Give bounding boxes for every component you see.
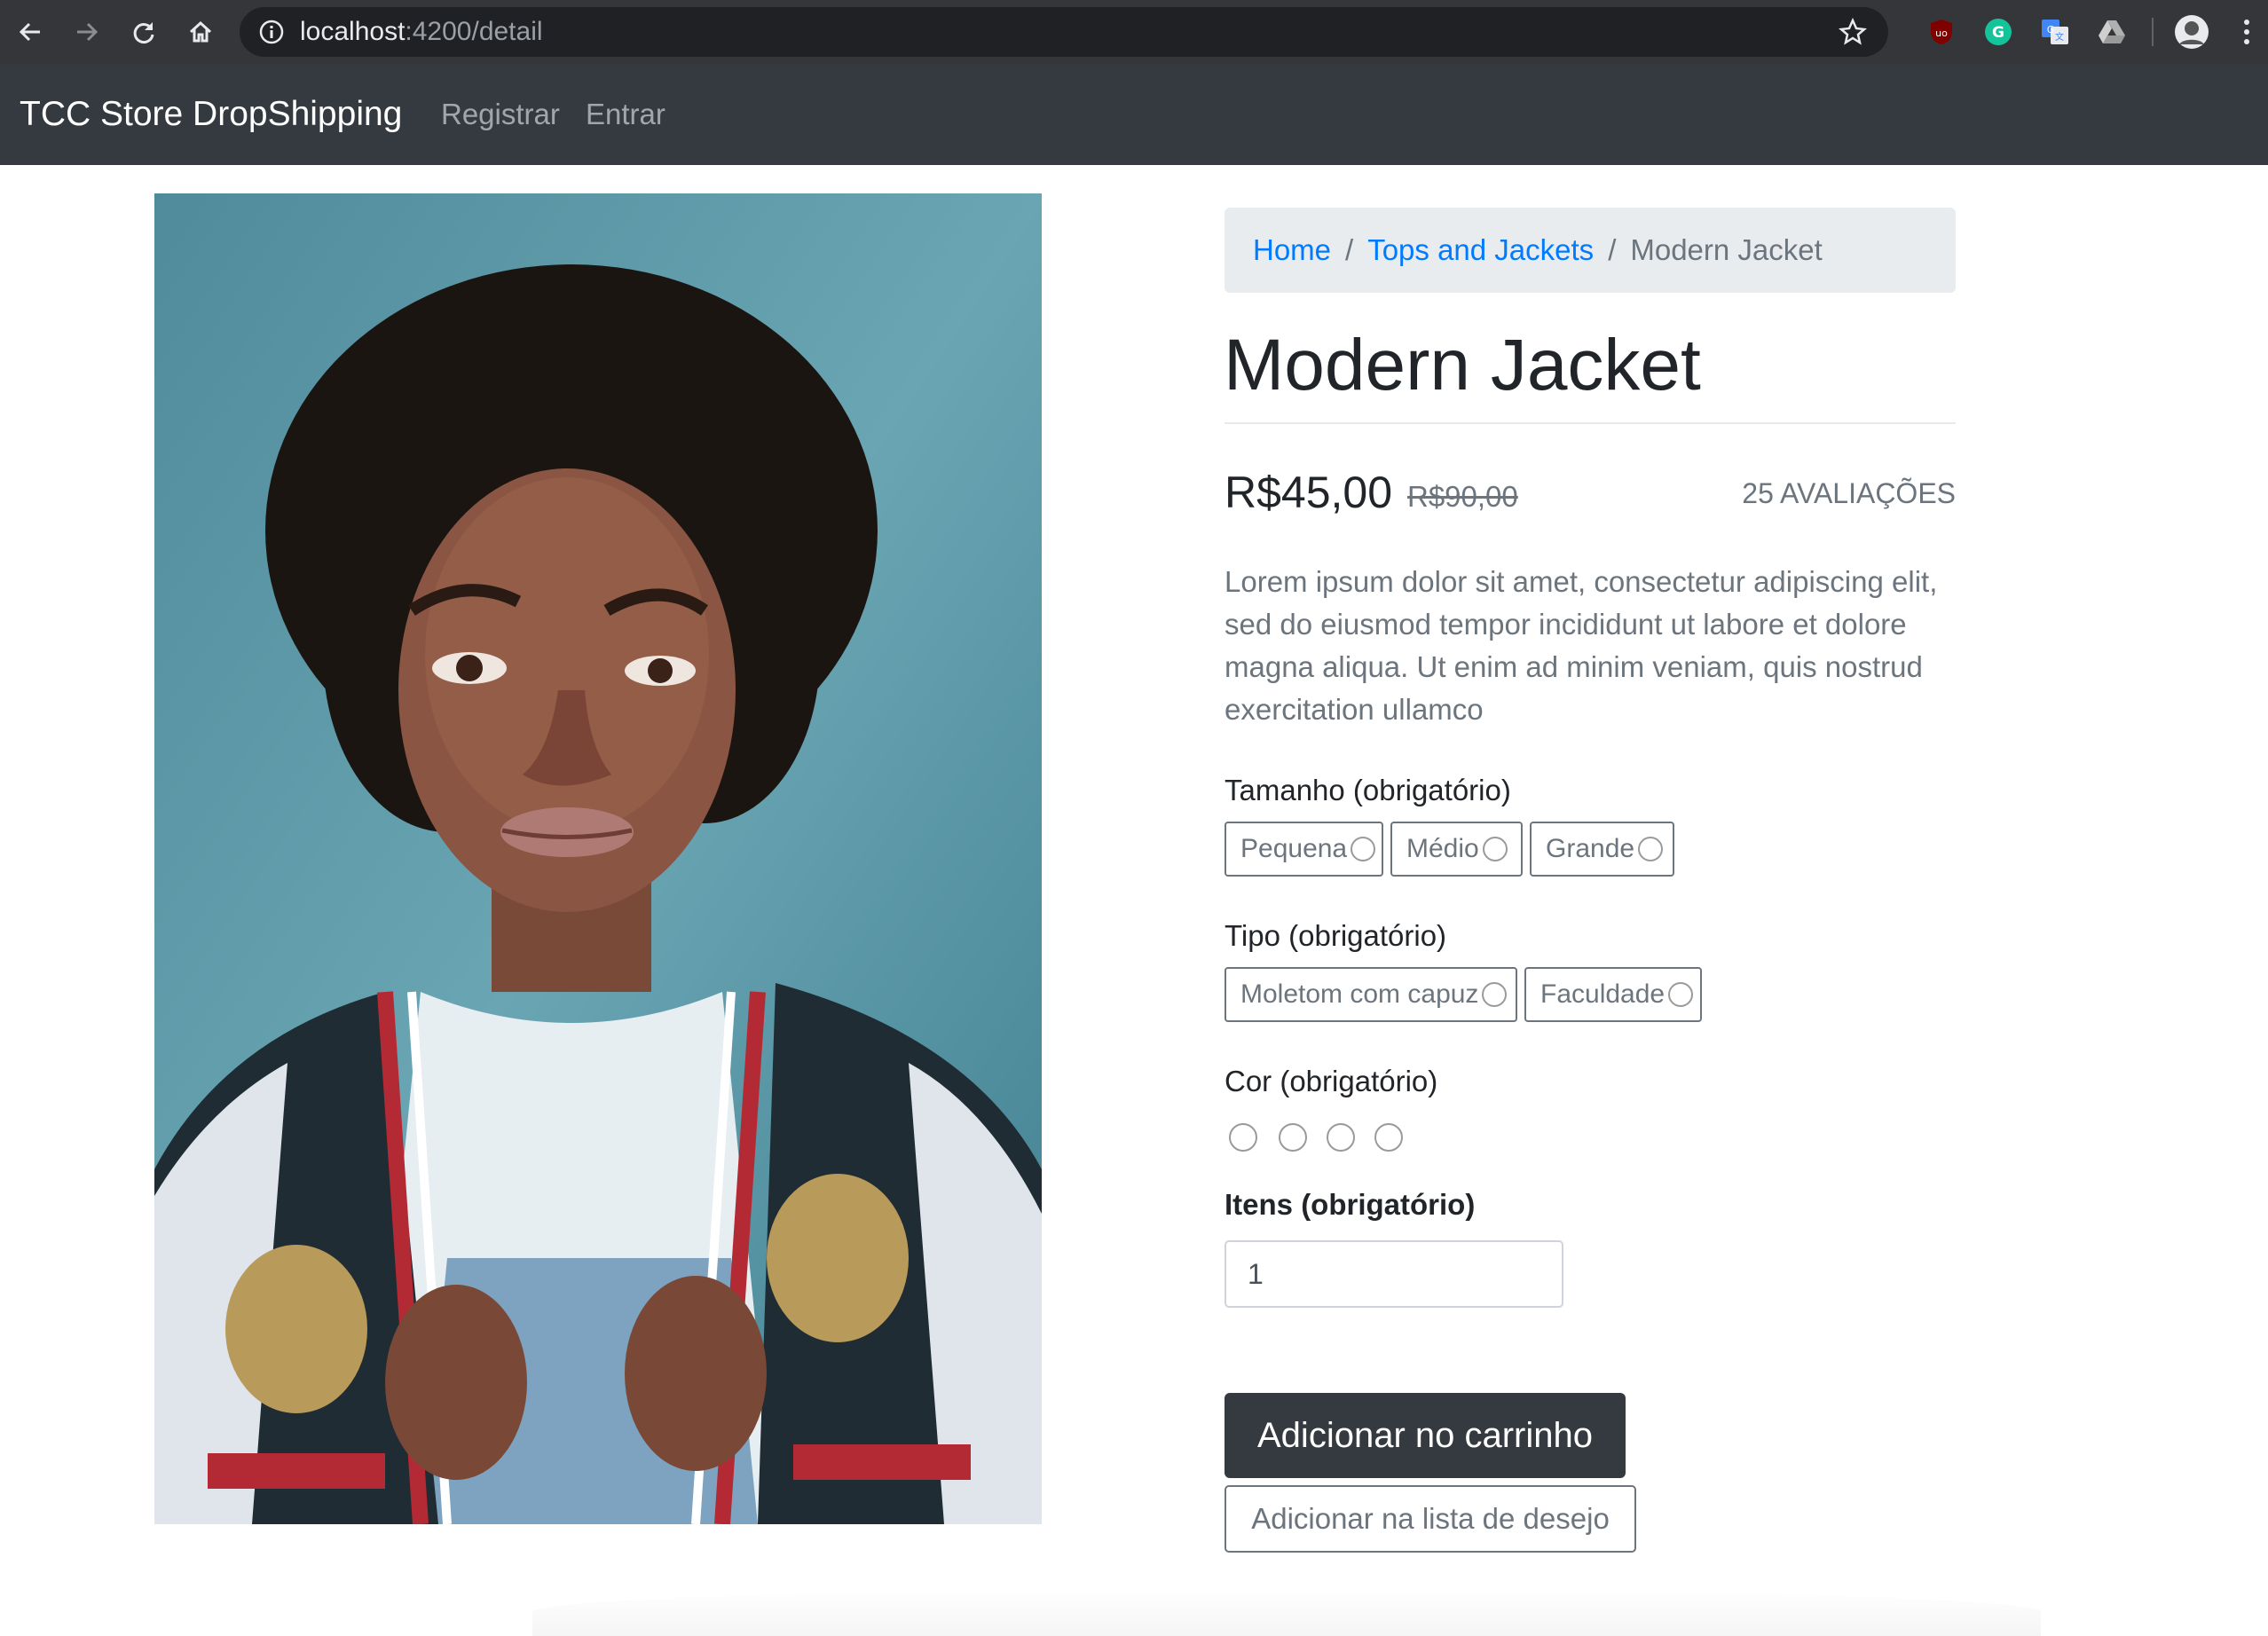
color-label: Cor (obrigatório) xyxy=(1225,1065,1438,1097)
home-icon[interactable] xyxy=(181,12,220,51)
svg-text:文: 文 xyxy=(2055,31,2064,43)
forward-icon[interactable] xyxy=(67,12,106,51)
radio-icon[interactable] xyxy=(1638,837,1664,861)
quantity-input[interactable] xyxy=(1225,1240,1563,1308)
grammarly-icon[interactable]: G xyxy=(1981,14,2016,50)
svg-text:uo: uo xyxy=(1935,28,1948,39)
nav-link-register[interactable]: Registrar xyxy=(441,64,560,165)
brand-logo-text[interactable]: TCC Store DropShipping xyxy=(20,64,402,165)
toolbar-divider xyxy=(2152,18,2154,46)
size-option-medio[interactable]: Médio xyxy=(1390,822,1523,877)
nav-link-login[interactable]: Entrar xyxy=(586,64,665,165)
type-option-moletom[interactable]: Moletom com capuz xyxy=(1225,967,1517,1022)
product-title: Modern Jacket xyxy=(1224,325,1701,405)
radio-icon[interactable] xyxy=(1668,982,1694,1007)
color-radio-2[interactable] xyxy=(1279,1123,1307,1152)
breadcrumb-separator: / xyxy=(1608,233,1617,266)
size-option-grande[interactable]: Grande xyxy=(1530,822,1674,877)
svg-text:G: G xyxy=(2047,24,2055,35)
type-option-label: Faculdade xyxy=(1540,979,1666,1009)
color-radio-1[interactable] xyxy=(1229,1123,1257,1152)
menu-kebab-icon[interactable] xyxy=(2229,14,2264,50)
breadcrumb: Home / Tops and Jackets / Modern Jacket xyxy=(1225,208,1956,293)
radio-icon[interactable] xyxy=(1482,982,1508,1007)
address-bar[interactable]: localhost:4200/detail xyxy=(240,7,1888,57)
product-description: Lorem ipsum dolor sit amet, consectetur … xyxy=(1225,565,1938,726)
size-option-label: Grande xyxy=(1546,834,1635,863)
product-price: R$45,00 xyxy=(1225,468,1393,517)
url-text: localhost:4200/detail xyxy=(300,17,543,46)
type-option-label: Moletom com capuz xyxy=(1240,979,1479,1009)
svg-text:G: G xyxy=(1992,24,2004,42)
info-icon[interactable] xyxy=(259,20,284,49)
profile-avatar-icon[interactable] xyxy=(2174,14,2209,50)
app-navbar: TCC Store DropShipping Registrar Entrar xyxy=(0,64,2268,165)
size-option-label: Médio xyxy=(1406,834,1479,863)
footer-shadow xyxy=(532,1588,2041,1636)
ublock-icon[interactable]: uo xyxy=(1924,14,1959,50)
size-label: Tamanho (obrigatório) xyxy=(1225,774,1511,806)
type-label: Tipo (obrigatório) xyxy=(1225,919,1447,952)
back-icon[interactable] xyxy=(11,12,50,51)
color-radio-3[interactable] xyxy=(1327,1123,1355,1152)
product-old-price: R$90,00 xyxy=(1407,480,1518,513)
radio-icon[interactable] xyxy=(1351,837,1376,861)
reviews-count[interactable]: 25 AVALIAÇÕES xyxy=(1686,476,1956,511)
add-to-wishlist-button[interactable]: Adicionar na lista de desejo xyxy=(1225,1485,1636,1553)
breadcrumb-current: Modern Jacket xyxy=(1630,233,1823,266)
google-translate-icon[interactable]: G文 xyxy=(2037,14,2073,50)
bookmark-star-icon[interactable] xyxy=(1839,17,1867,51)
radio-icon[interactable] xyxy=(1482,837,1508,861)
reload-icon[interactable] xyxy=(124,12,163,51)
divider xyxy=(1225,422,1956,424)
breadcrumb-home[interactable]: Home xyxy=(1253,233,1331,267)
size-option-label: Pequena xyxy=(1240,834,1348,863)
items-label: Itens (obrigatório) xyxy=(1225,1188,1476,1221)
color-radio-4[interactable] xyxy=(1374,1123,1403,1152)
browser-toolbar: localhost:4200/detail uo G G文 xyxy=(0,0,2268,64)
drive-icon[interactable] xyxy=(2094,14,2130,50)
add-to-cart-button[interactable]: Adicionar no carrinho xyxy=(1225,1393,1626,1478)
breadcrumb-category[interactable]: Tops and Jackets xyxy=(1367,233,1594,267)
type-option-faculdade[interactable]: Faculdade xyxy=(1524,967,1702,1022)
size-option-pequena[interactable]: Pequena xyxy=(1225,822,1383,877)
product-image xyxy=(154,193,1042,1524)
breadcrumb-separator: / xyxy=(1345,233,1354,266)
